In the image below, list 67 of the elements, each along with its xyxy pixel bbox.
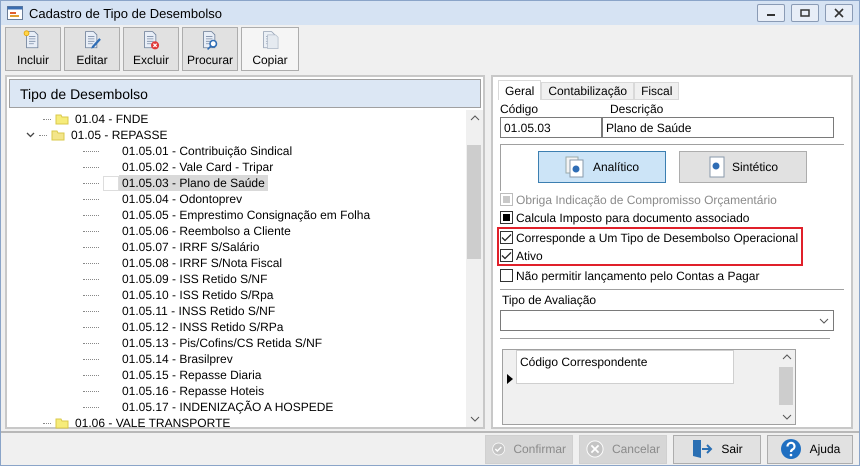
tree-item[interactable]: 01.06 - VALE TRANSPORTE bbox=[72, 415, 234, 431]
checkbox-label[interactable]: Corresponde a Um Tipo de Desembolso Operacional bbox=[500, 229, 798, 246]
toolbar-button[interactable]: Excluir bbox=[123, 27, 179, 71]
document-icon bbox=[708, 156, 726, 178]
tree-item[interactable]: 01.05.04 - Odontoprev bbox=[119, 191, 246, 207]
tree-item[interactable]: 01.05.03 - Plano de Saúde bbox=[119, 175, 268, 191]
tree-item[interactable]: 01.05.02 - Vale Card - Tripar bbox=[119, 159, 276, 175]
close-button[interactable] bbox=[825, 4, 853, 22]
evaluation-dropdown[interactable] bbox=[500, 310, 834, 331]
toolbar-button[interactable]: Copiar bbox=[241, 27, 299, 71]
checkbox[interactable] bbox=[500, 269, 513, 282]
description-field[interactable]: Plano de Saúde bbox=[602, 117, 834, 138]
checkbox[interactable] bbox=[500, 231, 513, 244]
field-label: Tipo de Avaliação bbox=[501, 293, 598, 308]
toolbar-button[interactable]: Incluir bbox=[5, 27, 61, 71]
toolbar-button[interactable]: Procurar bbox=[182, 27, 238, 71]
type-button[interactable]: Sintético bbox=[679, 151, 807, 183]
folder-icon bbox=[55, 113, 69, 125]
help-icon bbox=[780, 438, 802, 460]
exit-door-icon bbox=[691, 438, 714, 460]
field-label: Descrição bbox=[610, 102, 664, 117]
tree-item[interactable]: 01.05.12 - INSS Retido S/RPa bbox=[119, 319, 286, 335]
tree-item[interactable]: 01.05.09 - ISS Retido S/NF bbox=[119, 271, 270, 287]
footer-button[interactable]: Sair bbox=[673, 434, 761, 464]
collapse-caret-icon[interactable] bbox=[26, 132, 35, 138]
tab[interactable]: Fiscal bbox=[634, 82, 680, 100]
tree-item[interactable]: 01.05.08 - IRRF S/Nota Fiscal bbox=[119, 255, 286, 271]
footer-button[interactable]: Ajuda bbox=[767, 434, 853, 464]
checkbox-label[interactable]: Ativo bbox=[500, 247, 798, 264]
tree-item[interactable]: 01.05.14 - Brasilprev bbox=[119, 351, 236, 367]
tree-item[interactable]: 01.05.05 - Emprestimo Consignação em Folha bbox=[119, 207, 374, 223]
minimize-button[interactable] bbox=[757, 4, 785, 22]
tree-header: Tipo de Desembolso bbox=[9, 79, 481, 108]
folder-icon bbox=[55, 417, 69, 429]
tree-item[interactable]: 01.05.11 - INSS Retido S/NF bbox=[119, 303, 278, 319]
tab[interactable]: Contabilização bbox=[541, 82, 634, 100]
maximize-button[interactable] bbox=[791, 4, 819, 22]
field-label: Código bbox=[500, 102, 540, 117]
tree-item[interactable]: 01.05.01 - Contribuição Sindical bbox=[119, 143, 296, 159]
checkbox[interactable] bbox=[500, 249, 513, 262]
checkbox-label[interactable]: Calcula Imposto para documento associado bbox=[500, 209, 844, 226]
row-indicator-icon bbox=[506, 374, 512, 384]
window-title: Cadastro de Tipo de Desembolso bbox=[29, 6, 223, 20]
app-icon bbox=[7, 6, 23, 20]
tree-item[interactable]: 01.05 - REPASSE bbox=[68, 127, 170, 143]
toolbar-button[interactable]: Editar bbox=[64, 27, 120, 71]
checkbox[interactable] bbox=[500, 211, 513, 224]
checkbox-label[interactable]: Não permitir lançamento pelo Contas a Pagar bbox=[500, 267, 844, 284]
scrollbar[interactable] bbox=[466, 110, 483, 427]
tree-item-marker bbox=[103, 176, 119, 190]
type-button[interactable]: Analítico bbox=[538, 151, 666, 183]
column-header: Código Correspondente bbox=[516, 350, 734, 384]
x-circle-icon bbox=[586, 439, 604, 459]
tree-item[interactable]: 01.04 - FNDE bbox=[72, 111, 152, 127]
open-folder-icon bbox=[51, 129, 65, 141]
tree-item[interactable]: 01.05.15 - Repasse Diaria bbox=[119, 367, 264, 383]
tab[interactable]: Geral bbox=[498, 80, 542, 100]
close-icon bbox=[834, 8, 844, 18]
tree-item[interactable]: 01.05.17 - INDENIZAÇÃO A HOSPEDE bbox=[119, 399, 336, 415]
tree-item[interactable]: 01.05.10 - ISS Retido S/Rpa bbox=[119, 287, 276, 303]
tree-item[interactable]: 01.05.06 - Reembolso a Cliente bbox=[119, 223, 294, 239]
code-field[interactable]: 01.05.03 bbox=[500, 117, 602, 138]
maximize-icon bbox=[800, 9, 810, 17]
tree-item[interactable]: 01.05.16 - Repasse Hoteis bbox=[119, 383, 268, 399]
tree-item[interactable]: 01.05.13 - Pis/Cofins/CS Retida S/NF bbox=[119, 335, 326, 351]
tree-item[interactable]: 01.05.07 - IRRF S/Salário bbox=[119, 239, 262, 255]
dropdown-caret-icon bbox=[819, 318, 829, 324]
